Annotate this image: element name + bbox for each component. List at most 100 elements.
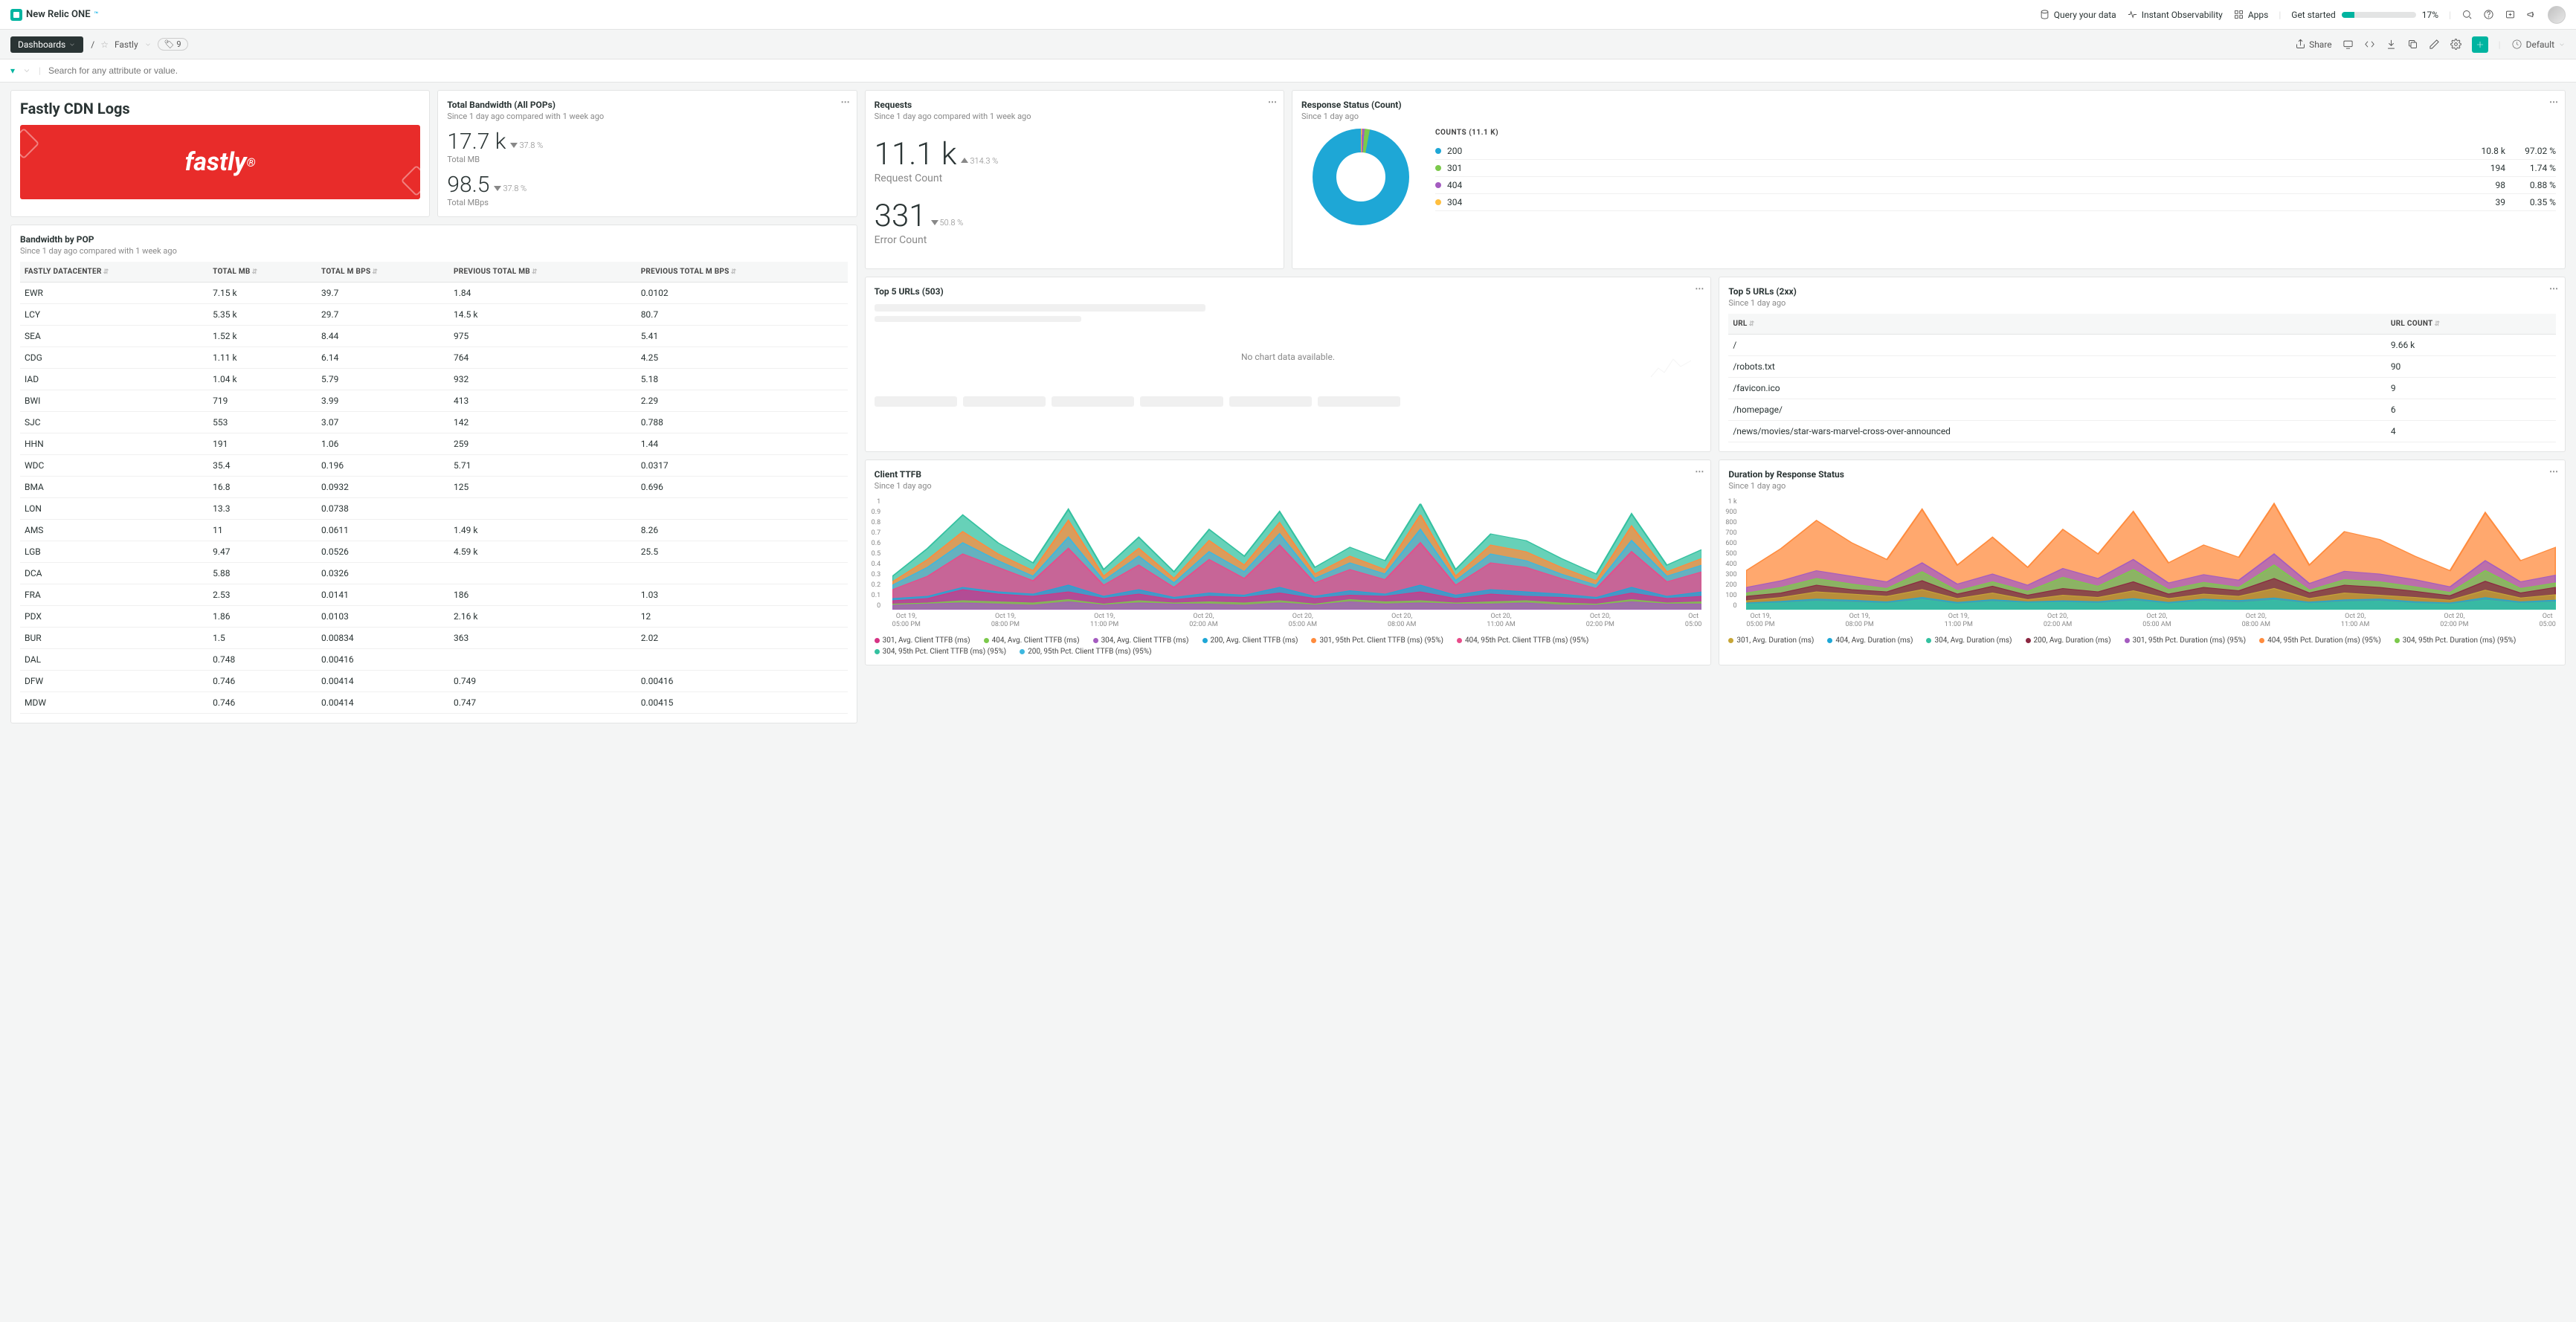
breadcrumb-name[interactable]: Fastly [115,39,138,50]
brand-logo[interactable]: New Relic ONE ™ [10,9,98,21]
legend-dot-icon [1435,165,1441,171]
get-started-progress[interactable]: Get started 17% [2291,10,2438,20]
breadcrumb-separator: / [91,39,94,50]
card-subtitle: Since 1 day ago [1728,298,2556,308]
share-app-icon[interactable] [2505,9,2516,20]
legend-item[interactable]: 404, 95th Pct. Duration (ms) (95%) [2259,636,2381,645]
copy-icon[interactable] [2407,39,2418,50]
favorite-star-icon[interactable]: ☆ [100,39,109,50]
time-picker[interactable]: Default [2511,39,2566,50]
error-count-delta: 50.8 % [931,218,964,228]
chevron-down-icon[interactable] [22,66,31,75]
legend-item[interactable]: 304, Avg. Client TTFB (ms) [1093,636,1189,645]
query-data-link[interactable]: Query your data [2039,9,2116,20]
download-icon[interactable] [2386,39,2397,50]
legend-row[interactable]: 200 10.8 k 97.02 % [1435,143,2556,160]
legend-item[interactable]: 304, Avg. Duration (ms) [1926,636,2012,645]
table-header[interactable]: URL⇵ [1728,314,2386,335]
legend-item[interactable]: 301, Avg. Duration (ms) [1728,636,1814,645]
table-row[interactable]: LGB9.470.05264.59 k25.5 [20,541,848,563]
card-menu-icon[interactable]: ⋯ [2549,283,2559,294]
request-count-value: 11.1 k [875,136,957,172]
table-row[interactable]: /robots.txt90 [1728,356,2556,378]
card-menu-icon[interactable]: ⋯ [1695,283,1704,294]
legend-item[interactable]: 200, Avg. Client TTFB (ms) [1202,636,1298,645]
edit-icon[interactable] [2429,39,2440,50]
table-row[interactable]: BMA16.80.09321250.696 [20,477,848,498]
card-menu-icon[interactable]: ⋯ [841,97,851,107]
bandwidth-pop-table: FASTLY DATACENTER⇵TOTAL MB⇵TOTAL M BPS⇵P… [20,262,848,714]
client-ttfb-chart: 10.90.80.70.60.50.40.30.20.10 [875,498,1702,610]
settings-icon[interactable] [2450,39,2461,50]
table-header[interactable]: URL COUNT⇵ [2386,314,2556,335]
help-icon[interactable] [2483,9,2494,20]
code-icon[interactable] [2364,39,2375,50]
legend-row[interactable]: 301 194 1.74 % [1435,160,2556,177]
table-row[interactable]: DFW0.7460.004140.7490.00416 [20,671,848,692]
table-row[interactable]: /homepage/6 [1728,399,2556,421]
table-row[interactable]: CDG1.11 k6.147644.25 [20,347,848,369]
error-count-value: 331 [875,198,927,234]
legend-item[interactable]: 301, 95th Pct. Client TTFB (ms) (95%) [1311,636,1443,645]
table-header[interactable]: TOTAL MB⇵ [208,262,317,283]
legend-item[interactable]: 304, 95th Pct. Client TTFB (ms) (95%) [875,648,1006,656]
table-row[interactable]: LCY5.35 k29.714.5 k80.7 [20,304,848,326]
legend-item[interactable]: 200, Avg. Duration (ms) [2026,636,2111,645]
apps-link[interactable]: Apps [2233,9,2269,20]
search-icon[interactable] [2461,9,2473,20]
table-row[interactable]: LON13.30.0738 [20,498,848,520]
table-row[interactable]: DAL0.7480.00416 [20,649,848,671]
table-row[interactable]: SJC5533.071420.788 [20,412,848,433]
card-menu-icon[interactable]: ⋯ [2549,97,2559,107]
table-row[interactable]: MDW0.7460.004140.7470.00415 [20,692,848,714]
table-row[interactable]: /favicon.ico9 [1728,378,2556,399]
table-row[interactable]: /9.66 k [1728,335,2556,356]
search-input[interactable] [48,65,2566,76]
legend-code: 404 [1447,180,2455,190]
table-row[interactable]: WDC35.40.1965.710.0317 [20,455,848,477]
table-header[interactable]: PREVIOUS TOTAL M BPS⇵ [637,262,848,283]
share-button[interactable]: Share [2295,39,2332,50]
user-avatar[interactable] [2548,6,2566,24]
legend-item[interactable]: 200, 95th Pct. Client TTFB (ms) (95%) [1020,648,1151,656]
table-row[interactable]: FRA2.530.01411861.03 [20,584,848,606]
instant-observability-link[interactable]: Instant Observability [2127,9,2223,20]
legend-item[interactable]: 304, 95th Pct. Duration (ms) (95%) [2395,636,2517,645]
announce-icon[interactable] [2526,9,2537,20]
legend-item[interactable]: 301, Avg. Client TTFB (ms) [875,636,970,645]
table-row[interactable]: BUR1.50.008343632.02 [20,628,848,649]
table-row[interactable]: DCA5.880.0326 [20,563,848,584]
legend-item[interactable]: 404, Avg. Client TTFB (ms) [984,636,1080,645]
table-row[interactable]: /news/movies/star-wars-marvel-cross-over… [1728,421,2556,442]
legend-item[interactable]: 404, Avg. Duration (ms) [1827,636,1913,645]
dashboards-dropdown[interactable]: Dashboards [10,36,83,53]
requests-card: ⋯ Requests Since 1 day ago compared with… [865,90,1284,269]
tv-mode-icon[interactable] [2342,39,2354,50]
legend-row[interactable]: 404 98 0.88 % [1435,177,2556,194]
legend-row[interactable]: 304 39 0.35 % [1435,194,2556,211]
total-bandwidth-card: ⋯ Total Bandwidth (All POPs) Since 1 day… [437,90,857,217]
add-widget-button[interactable] [2472,36,2488,53]
table-row[interactable]: BWI7193.994132.29 [20,390,848,412]
legend-code: 200 [1447,146,2455,156]
tags-pill[interactable]: 🏷 9 [158,38,188,51]
chevron-down-icon [68,41,76,48]
table-row[interactable]: AMS110.06111.49 k8.26 [20,520,848,541]
card-menu-icon[interactable]: ⋯ [1268,97,1278,107]
table-row[interactable]: SEA1.52 k8.449755.41 [20,326,848,347]
table-header[interactable]: PREVIOUS TOTAL MB⇵ [449,262,637,283]
table-header[interactable]: FASTLY DATACENTER⇵ [20,262,208,283]
card-title: Duration by Response Status [1728,469,2556,480]
card-menu-icon[interactable]: ⋯ [2549,466,2559,477]
table-row[interactable]: HHN1911.062591.44 [20,433,848,455]
card-menu-icon[interactable]: ⋯ [1695,466,1704,477]
table-row[interactable]: PDX1.860.01032.16 k12 [20,606,848,628]
chevron-down-icon[interactable] [144,41,152,48]
table-row[interactable]: EWR7.15 k39.71.840.0102 [20,283,848,304]
funnel-icon[interactable]: ▾ [10,65,15,76]
legend-dot-icon [1457,638,1462,643]
legend-item[interactable]: 404, 95th Pct. Client TTFB (ms) (95%) [1457,636,1588,645]
legend-item[interactable]: 301, 95th Pct. Duration (ms) (95%) [2125,636,2247,645]
table-header[interactable]: TOTAL M BPS⇵ [317,262,449,283]
table-row[interactable]: IAD1.04 k5.799325.18 [20,369,848,390]
